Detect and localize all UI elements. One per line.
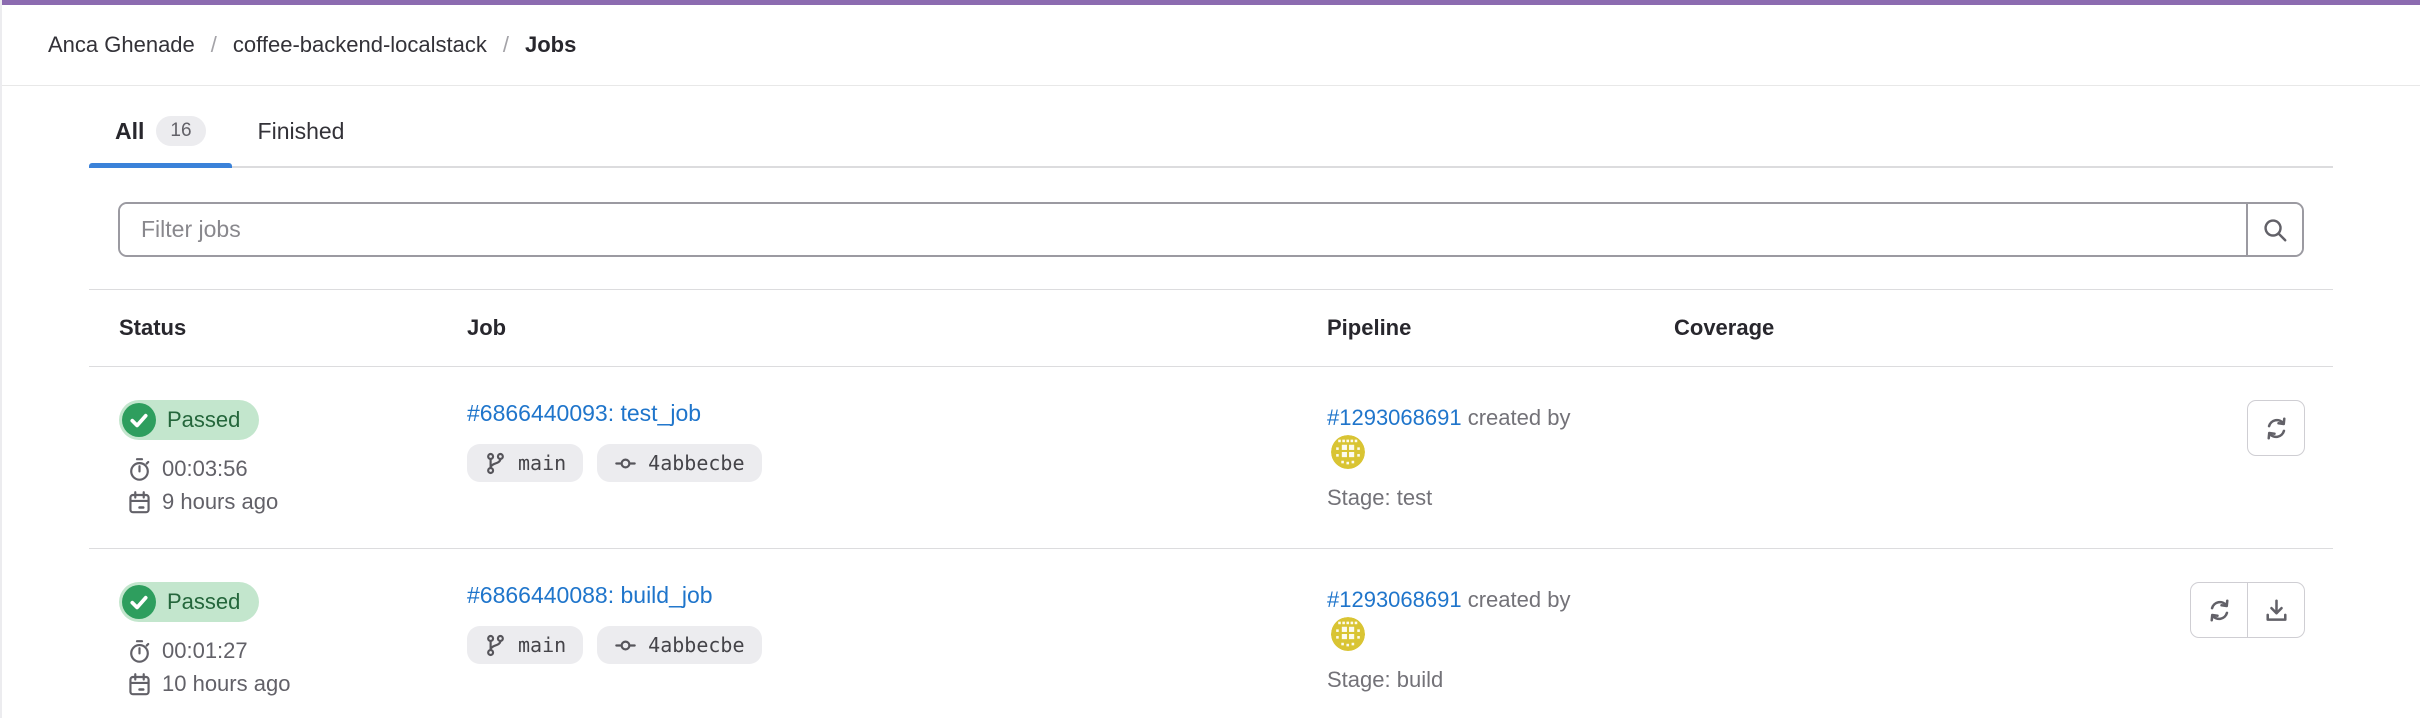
column-header-status: Status bbox=[89, 290, 437, 367]
filter-jobs-input[interactable] bbox=[120, 204, 2246, 255]
status-badge-passed[interactable]: Passed bbox=[119, 582, 259, 622]
breadcrumb-current-page: Jobs bbox=[525, 32, 576, 58]
search-icon bbox=[2262, 217, 2288, 243]
pipeline-cell: #1293068691 created by Stage: build bbox=[1297, 549, 1644, 718]
breadcrumb-separator: / bbox=[503, 32, 509, 58]
retry-job-button[interactable] bbox=[2190, 582, 2248, 638]
job-duration-value: 00:01:27 bbox=[162, 638, 248, 664]
jobs-scope-tabs: All 16 Finished bbox=[89, 100, 2333, 168]
pipeline-id-link[interactable]: #1293068691 bbox=[1327, 405, 1462, 430]
tab-finished-label: Finished bbox=[258, 118, 345, 145]
actions-cell bbox=[1954, 549, 2333, 718]
breadcrumb-bar: Anca Ghenade / coffee-backend-localstack… bbox=[2, 5, 2420, 86]
pipeline-author-avatar[interactable] bbox=[1331, 617, 1365, 651]
timer-icon bbox=[127, 639, 152, 664]
download-icon bbox=[2263, 597, 2290, 624]
status-badge-label: Passed bbox=[167, 589, 240, 615]
calendar-icon bbox=[127, 490, 152, 515]
tab-all-label: All bbox=[115, 118, 144, 145]
ref-row: main 4abbecbe bbox=[467, 444, 1267, 482]
status-cell: Passed 00:03:56 9 hours ago bbox=[89, 367, 437, 549]
jobs-table: Status Job Pipeline Coverage Passed 00:0… bbox=[89, 289, 2333, 718]
breadcrumb-project-owner[interactable]: Anca Ghenade bbox=[48, 32, 195, 58]
retry-job-button[interactable] bbox=[2247, 400, 2305, 456]
commit-icon bbox=[614, 634, 637, 657]
job-duration: 00:01:27 bbox=[127, 638, 407, 664]
tab-all-count-badge: 16 bbox=[156, 116, 205, 146]
status-cell: Passed 00:01:27 10 hours ago bbox=[89, 549, 437, 718]
branch-icon bbox=[484, 634, 507, 657]
commit-sha-badge[interactable]: 4abbecbe bbox=[597, 626, 761, 664]
pipeline-created-by-text: created by bbox=[1468, 405, 1571, 430]
breadcrumb-separator: / bbox=[211, 32, 217, 58]
status-passed-icon bbox=[122, 403, 156, 437]
status-badge-label: Passed bbox=[167, 407, 240, 433]
commit-sha: 4abbecbe bbox=[648, 633, 744, 657]
job-duration: 00:03:56 bbox=[127, 456, 407, 482]
commit-sha-badge[interactable]: 4abbecbe bbox=[597, 444, 761, 482]
job-finished-ago: 10 hours ago bbox=[127, 671, 407, 697]
column-header-coverage: Coverage bbox=[1644, 290, 1954, 367]
job-finished-ago-value: 9 hours ago bbox=[162, 489, 278, 515]
commit-icon bbox=[614, 452, 637, 475]
column-header-job: Job bbox=[437, 290, 1297, 367]
filter-row bbox=[118, 202, 2304, 257]
status-passed-icon bbox=[122, 585, 156, 619]
retry-icon bbox=[2263, 415, 2290, 442]
pipeline-info: #1293068691 created by bbox=[1327, 400, 1592, 469]
branch-ref-badge[interactable]: main bbox=[467, 444, 583, 482]
coverage-cell bbox=[1644, 367, 1954, 549]
column-header-actions bbox=[1954, 290, 2333, 367]
search-button[interactable] bbox=[2246, 204, 2302, 255]
actions-cell bbox=[1954, 367, 2333, 549]
branch-name: main bbox=[518, 633, 566, 657]
ref-row: main 4abbecbe bbox=[467, 626, 1267, 664]
branch-ref-badge[interactable]: main bbox=[467, 626, 583, 664]
pipeline-cell: #1293068691 created by Stage: test bbox=[1297, 367, 1644, 549]
pipeline-created-by-text: created by bbox=[1468, 587, 1571, 612]
pipeline-stage: Stage: build bbox=[1327, 667, 1614, 693]
job-finished-ago-value: 10 hours ago bbox=[162, 671, 290, 697]
branch-name: main bbox=[518, 451, 566, 475]
job-duration-value: 00:03:56 bbox=[162, 456, 248, 482]
job-row: Passed 00:01:27 10 hours ago #6866440088… bbox=[89, 549, 2333, 718]
commit-sha: 4abbecbe bbox=[648, 451, 744, 475]
pipeline-id-link[interactable]: #1293068691 bbox=[1327, 587, 1462, 612]
breadcrumb-project[interactable]: coffee-backend-localstack bbox=[233, 32, 487, 58]
pipeline-author-avatar[interactable] bbox=[1331, 435, 1365, 469]
jobs-page-content: All 16 Finished Status Job Pipeline Cove… bbox=[89, 100, 2333, 718]
pipeline-stage: Stage: test bbox=[1327, 485, 1614, 511]
breadcrumb: Anca Ghenade / coffee-backend-localstack… bbox=[48, 32, 576, 58]
retry-icon bbox=[2206, 597, 2233, 624]
tab-finished[interactable]: Finished bbox=[232, 100, 371, 166]
branch-icon bbox=[484, 452, 507, 475]
calendar-icon bbox=[127, 672, 152, 697]
table-header-row: Status Job Pipeline Coverage bbox=[89, 290, 2333, 367]
pipeline-info: #1293068691 created by bbox=[1327, 582, 1592, 651]
job-cell: #6866440093: test_job main 4abbecbe bbox=[437, 367, 1297, 549]
tab-all[interactable]: All 16 bbox=[89, 100, 232, 166]
status-badge-passed[interactable]: Passed bbox=[119, 400, 259, 440]
timer-icon bbox=[127, 457, 152, 482]
column-header-pipeline: Pipeline bbox=[1297, 290, 1644, 367]
job-row: Passed 00:03:56 9 hours ago #6866440093:… bbox=[89, 367, 2333, 549]
job-id-link[interactable]: #6866440093: test_job bbox=[467, 400, 701, 427]
filter-input-group bbox=[118, 202, 2304, 257]
job-id-link[interactable]: #6866440088: build_job bbox=[467, 582, 713, 609]
job-cell: #6866440088: build_job main 4abbecbe bbox=[437, 549, 1297, 718]
job-finished-ago: 9 hours ago bbox=[127, 489, 407, 515]
download-artifacts-button[interactable] bbox=[2247, 582, 2305, 638]
job-actions-button-group bbox=[2190, 582, 2305, 638]
coverage-cell bbox=[1644, 549, 1954, 718]
